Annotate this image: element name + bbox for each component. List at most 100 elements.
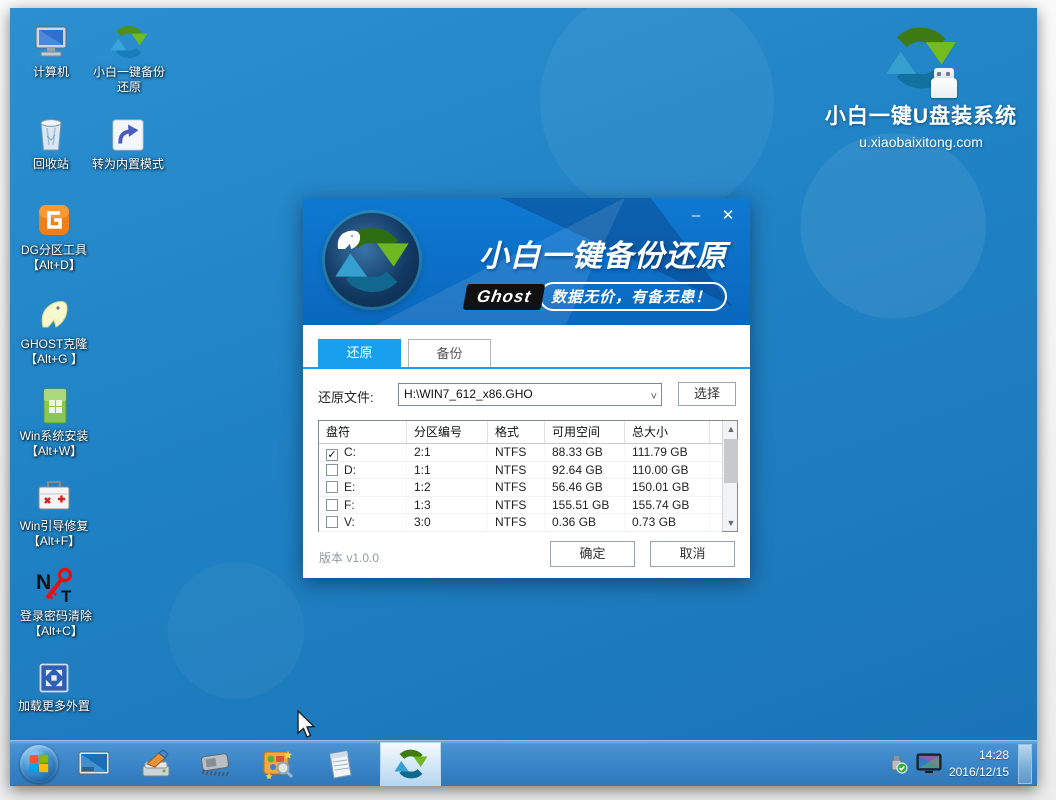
image-tool-icon xyxy=(261,748,295,780)
tab-bar: 还原 备份 xyxy=(318,339,491,367)
svg-text:N: N xyxy=(36,571,51,594)
ghost-badge: Ghost 数据无价，有备无患！ xyxy=(465,282,727,311)
desktop-icon-internal-mode[interactable]: 转为内置模式 xyxy=(80,112,176,172)
recycle-bin-icon xyxy=(18,112,84,154)
boot-repair-icon xyxy=(10,474,98,516)
taskbar-item-disk-cleanup[interactable] xyxy=(138,746,174,782)
taskbar-item-image-tool[interactable] xyxy=(260,746,296,782)
desktop-icon-label: Win引导修复 【Alt+F】 xyxy=(10,519,98,549)
desktop-icon-label: 小白一键备份 还原 xyxy=(88,65,170,95)
tray-time: 14:28 xyxy=(949,747,1009,764)
close-icon[interactable]: ✕ xyxy=(716,206,740,226)
computer-icon xyxy=(18,20,84,62)
display-settings-icon[interactable] xyxy=(916,753,942,775)
load-more-icon xyxy=(10,654,98,696)
desktop-icon-password-clear[interactable]: NT 登录密码清除 【Alt+C】 xyxy=(10,564,102,639)
dialog-logo-icon xyxy=(325,213,419,307)
password-clear-icon: NT xyxy=(10,564,102,606)
scroll-up-icon[interactable]: ▲ xyxy=(723,421,739,437)
minimize-icon[interactable]: – xyxy=(684,206,708,226)
table-row[interactable]: F: 1:3 NTFS 155.51 GB 155.74 GB xyxy=(319,497,722,515)
backup-restore-icon xyxy=(88,20,170,62)
checkbox-unchecked[interactable] xyxy=(326,464,338,476)
taskbar-item-notepad[interactable] xyxy=(322,746,358,782)
brand-watermark: 小白一键U盘装系统 u.xiaobaixitong.com xyxy=(805,20,1037,150)
restore-file-combobox[interactable]: H:\WIN7_612_x86.GHO ˅ xyxy=(398,383,662,406)
ghost-icon xyxy=(332,220,366,254)
desktop-icon-load-more[interactable]: 加载更多外置 xyxy=(10,654,98,714)
backup-restore-dialog: – ✕ 小白一键备份还原 Ghost 数据无价，有备无患！ 还原 备份 还原文件… xyxy=(303,198,750,578)
table-header: 盘符 分区编号 格式 可用空间 总大小 xyxy=(319,421,722,444)
desktop-icon-win-install[interactable]: Win系统安装 【Alt+W】 xyxy=(10,384,98,459)
scroll-down-icon[interactable]: ▼ xyxy=(723,515,739,531)
brand-logo-icon xyxy=(883,20,959,96)
ok-button[interactable]: 确定 xyxy=(550,541,635,567)
partition-table: 盘符 分区编号 格式 可用空间 总大小 ✓C: 2:1 NTFS 88.33 G… xyxy=(318,420,738,532)
restore-file-label: 还原文件: xyxy=(318,387,374,406)
taskbar-item-memory-tool[interactable] xyxy=(198,746,234,782)
ghost-clone-icon xyxy=(10,292,98,334)
desktop-icon-ghost-clone[interactable]: GHOST克隆 【Alt+G 】 xyxy=(10,292,98,367)
memory-tool-icon xyxy=(198,750,234,778)
restore-file-value: H:\WIN7_612_x86.GHO xyxy=(404,387,533,401)
tray-date: 2016/12/15 xyxy=(949,764,1009,781)
desktop-icon-label: 转为内置模式 xyxy=(80,157,176,172)
tray-clock[interactable]: 14:28 2016/12/15 xyxy=(949,747,1009,782)
desktop: 计算机 小白一键备份 还原 回收站 转为内置模式 DG分区工具 【Alt+D】 … xyxy=(10,8,1037,786)
version-label: 版本 v1.0.0 xyxy=(319,549,379,566)
usb-device-icon[interactable] xyxy=(887,753,909,775)
desktop-icon-dg-partition[interactable]: DG分区工具 【Alt+D】 xyxy=(10,198,98,273)
system-tray: 14:28 2016/12/15 xyxy=(887,741,1009,786)
tab-underline xyxy=(303,367,750,369)
svg-text:T: T xyxy=(61,587,72,606)
table-row[interactable]: D: 1:1 NTFS 92.64 GB 110.00 GB xyxy=(319,462,722,480)
table-row[interactable]: V: 3:0 NTFS 0.36 GB 0.73 GB xyxy=(319,514,722,532)
start-button[interactable] xyxy=(20,745,58,783)
table-row[interactable]: ✓C: 2:1 NTFS 88.33 GB 111.79 GB xyxy=(319,444,722,462)
tab-backup[interactable]: 备份 xyxy=(408,339,491,367)
desktop-icon-backup-restore[interactable]: 小白一键备份 还原 xyxy=(88,20,170,95)
backup-restore-app-icon xyxy=(393,746,429,782)
restore-file-row: 还原文件: H:\WIN7_612_x86.GHO ˅ 选择 xyxy=(318,382,735,408)
dialog-title: 小白一键备份还原 xyxy=(463,231,743,275)
taskbar-item-backup-restore-active[interactable] xyxy=(380,742,441,786)
taskbar: 14:28 2016/12/15 xyxy=(10,740,1037,786)
checkbox-unchecked[interactable] xyxy=(326,516,338,528)
checkbox-unchecked[interactable] xyxy=(326,499,338,511)
scrollbar-thumb[interactable] xyxy=(724,439,738,483)
col-drive: 盘符 xyxy=(319,421,407,443)
table-scrollbar[interactable]: ▲ ▼ xyxy=(722,421,737,531)
desktop-icon-label: 回收站 xyxy=(18,157,84,172)
dg-partition-icon xyxy=(10,198,98,240)
ghost-badge-label: Ghost xyxy=(463,284,546,310)
desktop-icon-recycle-bin[interactable]: 回收站 xyxy=(18,112,84,172)
desktop-icon-label: 计算机 xyxy=(18,65,84,80)
desktop-icon-label: 登录密码清除 【Alt+C】 xyxy=(10,609,102,639)
desktop-preview-icon xyxy=(78,751,110,777)
brand-url: u.xiaobaixitong.com xyxy=(805,134,1037,150)
ghost-slogan: 数据无价，有备无患！ xyxy=(539,282,727,311)
select-button[interactable]: 选择 xyxy=(678,382,736,406)
desktop-icon-computer[interactable]: 计算机 xyxy=(18,20,84,80)
col-partition: 分区编号 xyxy=(407,421,488,443)
disk-cleanup-icon xyxy=(139,748,173,780)
dialog-content: 还原 备份 还原文件: H:\WIN7_612_x86.GHO ˅ 选择 盘符 … xyxy=(303,325,750,578)
notepad-icon xyxy=(325,748,355,780)
checkbox-unchecked[interactable] xyxy=(326,481,338,493)
taskbar-item-desktop-preview[interactable] xyxy=(76,746,112,782)
show-desktop-button[interactable] xyxy=(1018,744,1032,784)
chevron-down-icon[interactable]: ˅ xyxy=(651,387,657,408)
checkbox-checked[interactable]: ✓ xyxy=(326,449,338,461)
dialog-banner: – ✕ 小白一键备份还原 Ghost 数据无价，有备无患！ xyxy=(303,198,750,325)
windows-flag-icon xyxy=(30,755,50,774)
shortcut-arrow-icon xyxy=(80,112,176,154)
desktop-icon-label: GHOST克隆 【Alt+G 】 xyxy=(10,337,98,367)
col-free: 可用空间 xyxy=(545,421,625,443)
cancel-button[interactable]: 取消 xyxy=(650,541,735,567)
table-row[interactable]: E: 1:2 NTFS 56.46 GB 150.01 GB xyxy=(319,479,722,497)
brand-title: 小白一键U盘装系统 xyxy=(805,100,1037,130)
desktop-icon-boot-repair[interactable]: Win引导修复 【Alt+F】 xyxy=(10,474,98,549)
desktop-icon-label: 加载更多外置 xyxy=(10,699,98,714)
desktop-icon-label: DG分区工具 【Alt+D】 xyxy=(10,243,98,273)
tab-restore[interactable]: 还原 xyxy=(318,339,401,367)
